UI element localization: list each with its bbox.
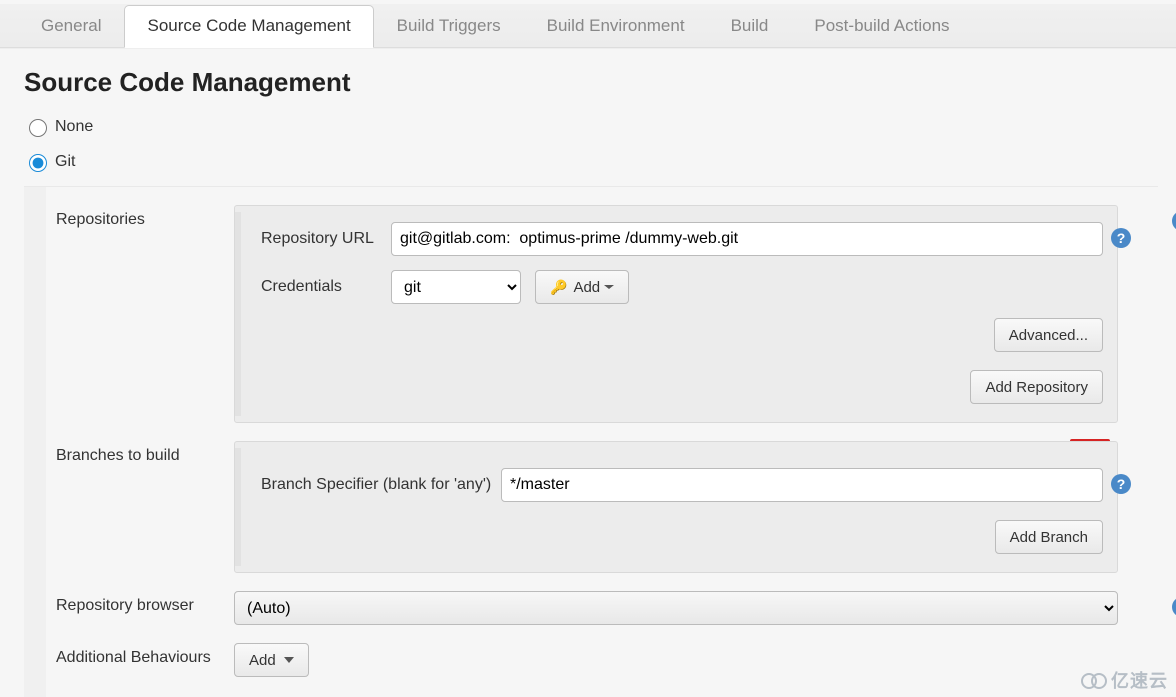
add-repository-button[interactable]: Add Repository [970, 370, 1103, 404]
add-branch-button[interactable]: Add Branch [995, 520, 1103, 554]
credentials-label: Credentials [261, 278, 391, 296]
config-tabs: General Source Code Management Build Tri… [0, 4, 1176, 48]
add-credentials-label: Add [573, 279, 600, 296]
tab-build-triggers[interactable]: Build Triggers [374, 5, 524, 48]
tab-build-environment[interactable]: Build Environment [524, 5, 708, 48]
watermark-icon [1081, 671, 1107, 689]
scm-radio-git-row: Git [24, 151, 1158, 172]
scm-radio-none-label: None [55, 118, 93, 136]
repo-url-label: Repository URL [261, 230, 391, 248]
help-icon[interactable]: ? [1172, 597, 1176, 617]
tab-post-build[interactable]: Post-build Actions [791, 5, 972, 48]
help-icon[interactable]: ? [1172, 211, 1176, 231]
additional-behaviours-label: Additional Behaviours [54, 643, 234, 667]
branches-panel: Branch Specifier (blank for 'any') ? Add… [234, 441, 1118, 573]
scm-radio-none-row: None [24, 116, 1158, 137]
advanced-button[interactable]: Advanced... [994, 318, 1103, 352]
repo-url-input[interactable] [391, 222, 1103, 256]
add-behaviour-button[interactable]: Add [234, 643, 309, 677]
key-icon: 🔑 [550, 279, 567, 296]
add-behaviour-label: Add [249, 652, 276, 669]
repositories-label: Repositories [54, 205, 234, 229]
tab-general[interactable]: General [18, 5, 124, 48]
repositories-panel: Repository URL ? Credentials [234, 205, 1118, 423]
section-heading: Source Code Management [24, 67, 1158, 98]
repo-browser-label: Repository browser [54, 591, 234, 615]
scm-radio-git[interactable] [29, 154, 47, 172]
section-stripe [24, 187, 46, 697]
watermark: 亿速云 [1081, 667, 1168, 693]
scm-radio-git-label: Git [55, 153, 75, 171]
repo-browser-select[interactable]: (Auto) [234, 591, 1118, 625]
add-credentials-button[interactable]: 🔑 Add [535, 270, 629, 304]
branches-label: Branches to build [54, 441, 234, 465]
credentials-select[interactable]: git [391, 270, 521, 304]
help-icon[interactable]: ? [1111, 228, 1131, 248]
tab-scm[interactable]: Source Code Management [124, 5, 373, 48]
scm-radio-none[interactable] [29, 119, 47, 137]
help-icon[interactable]: ? [1111, 474, 1131, 494]
tab-build[interactable]: Build [708, 5, 792, 48]
branch-specifier-input[interactable] [501, 468, 1103, 502]
caret-down-icon [284, 657, 294, 663]
branch-specifier-label: Branch Specifier (blank for 'any') [261, 476, 501, 494]
